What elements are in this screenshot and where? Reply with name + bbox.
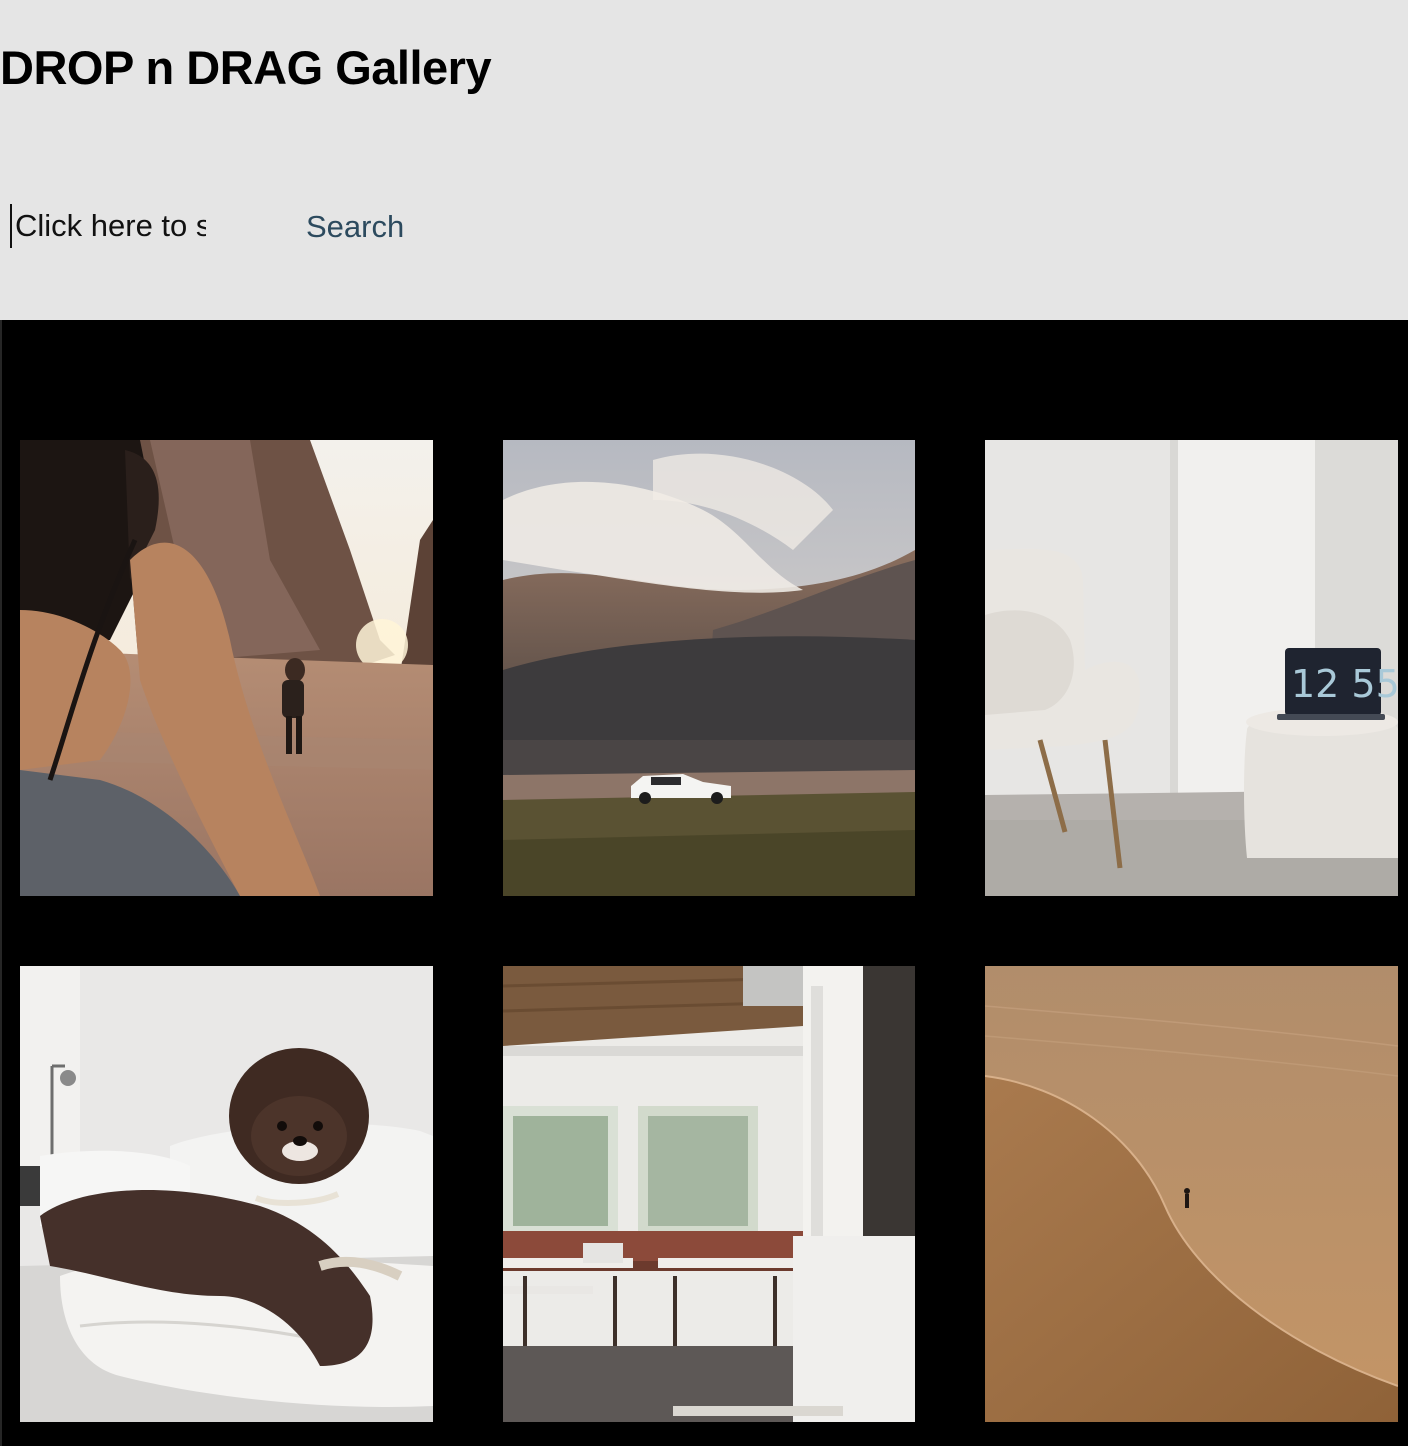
search-input[interactable] <box>10 204 206 248</box>
gallery-photo-desert[interactable] <box>985 966 1398 1422</box>
gallery-photo-photographer[interactable] <box>20 440 433 896</box>
gallery-photo-armchair[interactable]: 12 55 <box>985 440 1398 896</box>
photo-dog-image <box>20 966 433 1422</box>
search-bar: Search <box>0 200 460 254</box>
photo-mountain-image <box>503 440 915 896</box>
gallery-photo-mountain[interactable] <box>503 440 915 896</box>
gallery-grid: 12 55 <box>0 320 1408 1446</box>
clock-display: 12 55 <box>1291 662 1398 706</box>
search-button[interactable]: Search <box>292 204 418 250</box>
page-header: DROP n DRAG Gallery Search <box>0 0 1408 320</box>
photo-armchair-image: 12 55 <box>985 440 1398 896</box>
photo-desert-image <box>985 966 1398 1422</box>
photo-cafe-image <box>503 966 915 1422</box>
gallery-photo-cafe[interactable] <box>503 966 915 1422</box>
gallery-photo-dog[interactable] <box>20 966 433 1422</box>
photo-photographer-image <box>20 440 433 896</box>
page-title: DROP n DRAG Gallery <box>0 41 492 94</box>
